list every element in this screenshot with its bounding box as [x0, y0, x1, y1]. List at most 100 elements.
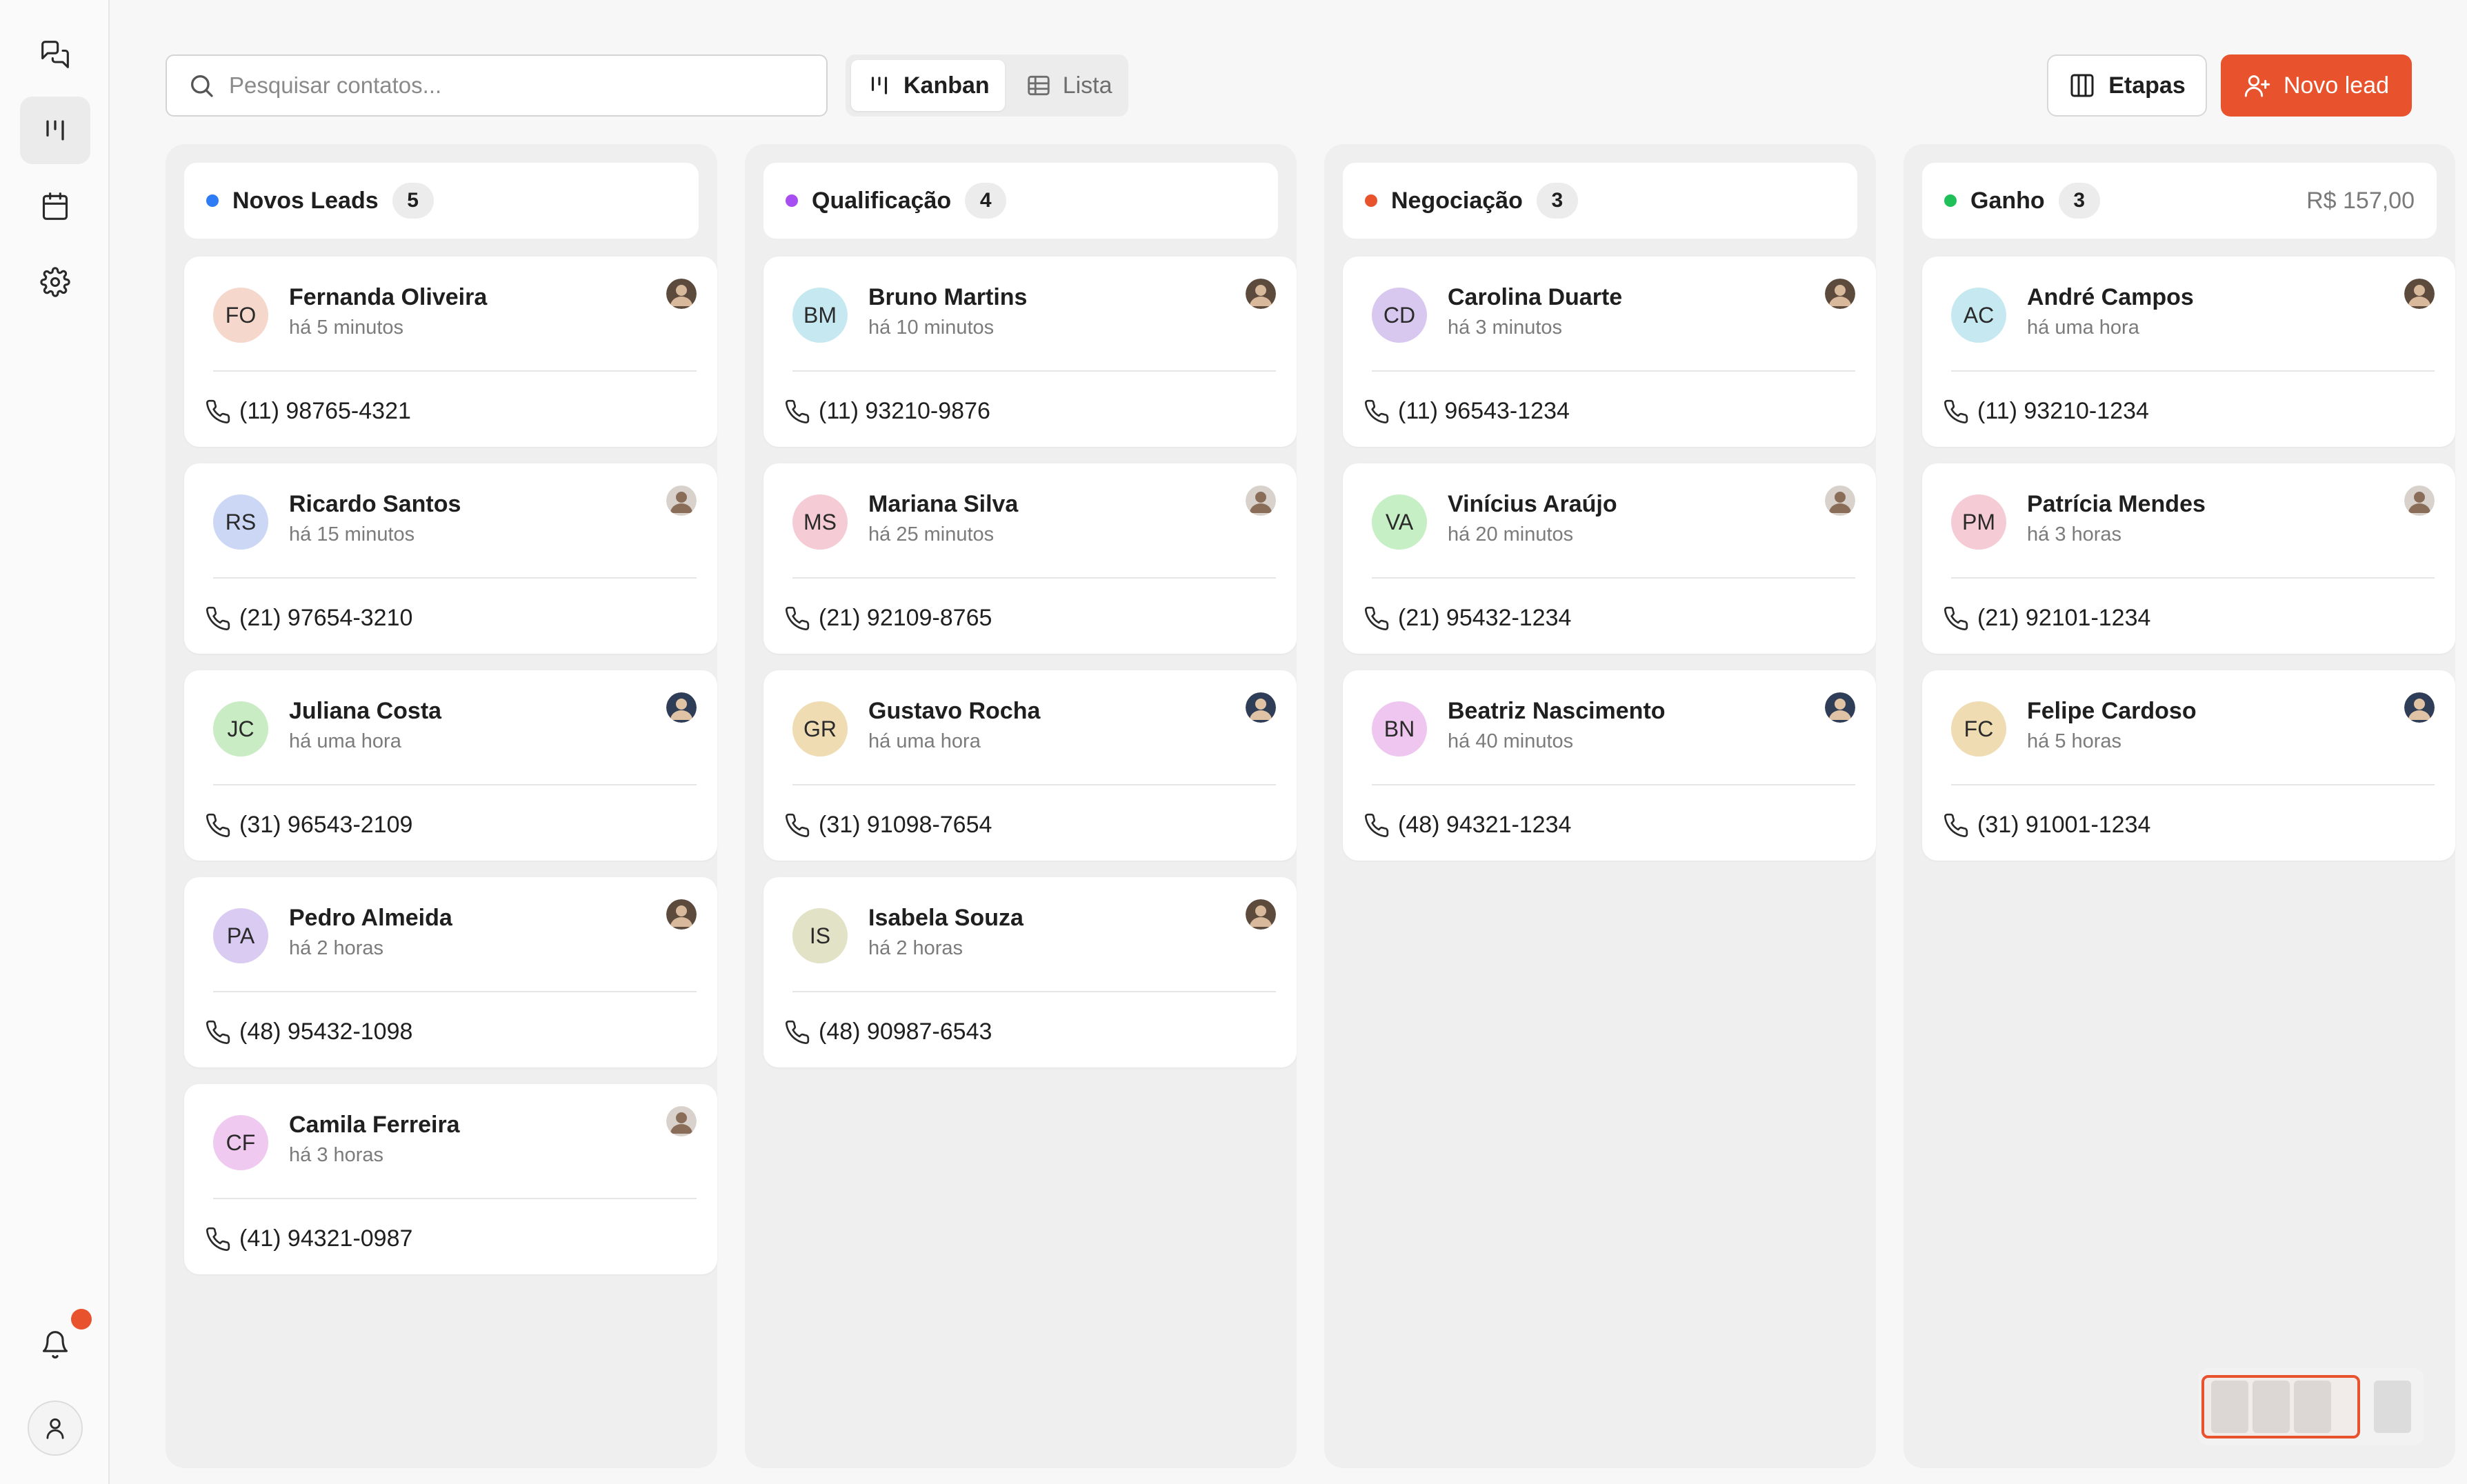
kanban-view-label: Kanban [903, 72, 990, 99]
owner-avatar[interactable] [2404, 485, 2435, 516]
lead-phone[interactable]: (31) 96543-2109 [239, 812, 412, 839]
sidebar-item-conversations[interactable] [20, 21, 90, 88]
lead-avatar: PM [1951, 494, 2006, 550]
kanban-view-button[interactable]: Kanban [851, 60, 1005, 111]
lead-card[interactable]: PA Pedro Almeida há 2 horas (48) 95432-1098 [184, 877, 717, 1067]
phone-icon [206, 606, 230, 631]
lead-name: Ricardo Santos [289, 491, 461, 517]
lead-time: há 40 minutos [1448, 730, 1574, 752]
lead-phone[interactable]: (21) 95432-1234 [1398, 605, 1571, 632]
lead-card[interactable]: FC Felipe Cardoso há 5 horas (31) 91001-123… [1922, 670, 2455, 861]
lead-phone[interactable]: (21) 92109-8765 [819, 605, 992, 632]
lead-phone[interactable]: (31) 91001-1234 [1977, 812, 2150, 839]
card-divider [213, 577, 697, 579]
card-divider [792, 577, 1276, 579]
owner-avatar[interactable] [666, 899, 697, 930]
lead-time: há uma hora [2027, 317, 2139, 339]
card-divider [1372, 784, 1855, 785]
column-header: Qualificação 4 [763, 163, 1278, 239]
column-title: Ganho [1970, 187, 2045, 214]
lead-phone[interactable]: (11) 93210-9876 [819, 398, 990, 425]
lead-phone[interactable]: (11) 96543-1234 [1398, 398, 1570, 425]
phone-icon [1944, 813, 1968, 838]
lead-card[interactable]: BN Beatriz Nascimento há 40 minutos (48) 94… [1343, 670, 1876, 861]
lead-card[interactable]: AC André Campos há uma hora (11) 93210-1234 [1922, 257, 2455, 447]
lead-name: Patrícia Mendes [2027, 491, 2206, 517]
stages-button[interactable]: Etapas [2047, 54, 2207, 117]
owner-avatar[interactable] [1825, 485, 1855, 516]
column-count-badge: 3 [1536, 183, 1578, 219]
lead-card[interactable]: VA Vinícius Araújo há 20 minutos (21) 95432… [1343, 463, 1876, 654]
lead-phone[interactable]: (21) 92101-1234 [1977, 605, 2150, 632]
search-box[interactable] [166, 54, 828, 117]
owner-avatar[interactable] [1246, 279, 1276, 309]
phone-icon [785, 606, 810, 631]
owner-avatar[interactable] [1246, 692, 1276, 723]
lead-avatar: JC [213, 701, 268, 756]
owner-photo-icon [2404, 279, 2435, 309]
lead-card[interactable]: IS Isabela Souza há 2 horas (48) 90987-6543 [763, 877, 1297, 1067]
card-divider [213, 991, 697, 992]
owner-avatar[interactable] [666, 1106, 697, 1136]
board-minimap[interactable] [2199, 1368, 2424, 1445]
sidebar-item-settings[interactable] [20, 248, 90, 316]
lead-phone[interactable]: (11) 93210-1234 [1977, 398, 2149, 425]
owner-avatar[interactable] [1246, 485, 1276, 516]
lead-phone[interactable]: (11) 98765-4321 [239, 398, 411, 425]
owner-photo-icon [1246, 485, 1276, 516]
owner-avatar[interactable] [1246, 899, 1276, 930]
lead-card[interactable]: RS Ricardo Santos há 15 minutos (21) 97654-… [184, 463, 717, 654]
lead-card[interactable]: JC Juliana Costa há uma hora (31) 96543-210… [184, 670, 717, 861]
lead-phone[interactable]: (21) 97654-3210 [239, 605, 412, 632]
phone-icon [206, 1020, 230, 1045]
phone-icon [1364, 399, 1389, 424]
lead-phone[interactable]: (48) 95432-1098 [239, 1019, 412, 1045]
user-menu-button[interactable] [28, 1401, 83, 1456]
lead-avatar: GR [792, 701, 848, 756]
lead-phone[interactable]: (31) 91098-7654 [819, 812, 992, 839]
owner-avatar[interactable] [666, 485, 697, 516]
owner-avatar[interactable] [2404, 279, 2435, 309]
owner-avatar[interactable] [1825, 279, 1855, 309]
stage-color-dot [786, 194, 798, 207]
minimap-viewport[interactable] [2201, 1375, 2360, 1438]
search-input[interactable] [229, 72, 781, 99]
user-plus-icon [2244, 75, 2270, 97]
new-lead-button[interactable]: Novo lead [2221, 54, 2412, 117]
columns-icon [2070, 74, 2094, 97]
sidebar-item-calendar[interactable] [20, 172, 90, 240]
stage-color-dot [1944, 194, 1957, 207]
owner-photo-icon [666, 692, 697, 723]
lead-card[interactable]: CD Carolina Duarte há 3 minutos (11) 96543-… [1343, 257, 1876, 447]
lead-avatar: FO [213, 288, 268, 343]
lead-time: há uma hora [289, 730, 401, 752]
owner-photo-icon [666, 279, 697, 309]
lead-card[interactable]: MS Mariana Silva há 25 minutos (21) 92109-8… [763, 463, 1297, 654]
user-icon [46, 1418, 64, 1439]
lead-phone[interactable]: (48) 94321-1234 [1398, 812, 1571, 839]
lead-phone[interactable]: (41) 94321-0987 [239, 1225, 412, 1252]
lead-card[interactable]: CF Camila Ferreira há 3 horas (41) 94321-09… [184, 1084, 717, 1274]
list-view-button[interactable]: Lista [1010, 60, 1128, 111]
lead-name: Juliana Costa [289, 698, 442, 724]
lead-card[interactable]: GR Gustavo Rocha há uma hora (31) 91098-765… [763, 670, 1297, 861]
owner-avatar[interactable] [666, 279, 697, 309]
owner-photo-icon [666, 1106, 697, 1136]
stage-color-dot [1365, 194, 1377, 207]
lead-phone[interactable]: (48) 90987-6543 [819, 1019, 992, 1045]
lead-name: Pedro Almeida [289, 905, 452, 931]
sidebar-item-kanban[interactable] [20, 97, 90, 164]
lead-time: há 5 horas [2027, 730, 2122, 752]
card-divider [792, 784, 1276, 785]
owner-avatar[interactable] [2404, 692, 2435, 723]
lead-name: Fernanda Oliveira [289, 284, 488, 310]
lead-card[interactable]: BM Bruno Martins há 10 minutos (11) 93210-9… [763, 257, 1297, 447]
owner-avatar[interactable] [1825, 692, 1855, 723]
lead-card[interactable]: FO Fernanda Oliveira há 5 minutos (11) 9876… [184, 257, 717, 447]
lead-card[interactable]: PM Patrícia Mendes há 3 horas (21) 92101-12… [1922, 463, 2455, 654]
owner-photo-icon [1246, 692, 1276, 723]
phone-icon [1944, 606, 1968, 631]
column-title: Qualificação [812, 187, 952, 214]
stages-button-label: Etapas [2108, 72, 2186, 99]
owner-avatar[interactable] [666, 692, 697, 723]
